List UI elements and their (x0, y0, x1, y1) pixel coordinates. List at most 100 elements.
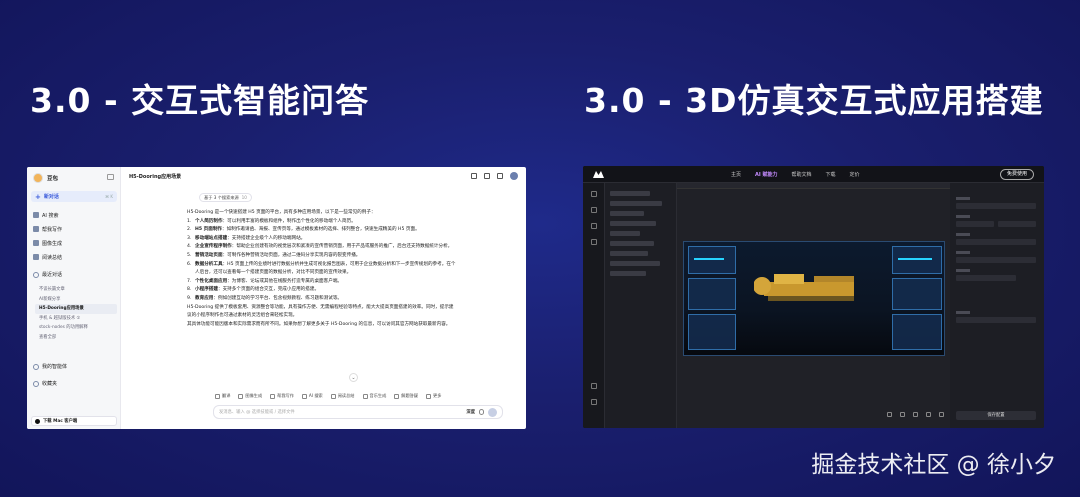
skill-chip[interactable]: 帮我写作 (268, 392, 296, 400)
avatar[interactable] (510, 172, 518, 180)
tree-row[interactable] (610, 271, 646, 276)
new-chat-button[interactable]: + 新对话 ⌘ K (31, 191, 117, 202)
assets-icon[interactable] (591, 223, 597, 229)
tree-row[interactable] (610, 231, 640, 236)
recent-chats-header[interactable]: 最近对话 (33, 271, 62, 278)
tool-rail (583, 183, 605, 428)
free-use-button[interactable]: 免费使用 (999, 169, 1034, 180)
list-desc: ：支持搭建企业级个人的移动端网站。 (227, 235, 306, 241)
sidebar-item-label: 图像生成 (42, 240, 63, 247)
scroll-down-button[interactable]: ⌄ (349, 373, 358, 382)
history-item-active[interactable]: H5-Dooring应用场景 (35, 304, 117, 314)
notification-icon[interactable] (497, 173, 503, 179)
list-text: H5 页面制作：如制作邀请函、海报、宣传页等，通过模板素材的选择、排列整合，快速… (195, 226, 420, 235)
sidebar-item-writing[interactable]: 帮我写作 (33, 222, 117, 236)
skill-chip[interactable]: 翻译 (213, 392, 232, 400)
list-text: 数据分析工具：H5 页面上传的业绩时进行数据分析并生成可视化报告图表，可用于企业… (195, 261, 457, 278)
skill-icon (362, 393, 368, 399)
tree-row[interactable] (610, 241, 654, 246)
copy-icon[interactable] (484, 173, 490, 179)
prop-field[interactable] (956, 239, 1036, 245)
tree-row[interactable] (610, 251, 648, 256)
prop-field[interactable] (956, 257, 1036, 263)
sidebar-item-reading[interactable]: 阅读总结 (33, 250, 117, 264)
answer-outro: H5-Dooring 提供了模板套用、资源整合等功能，具有操作方便、无需编程经验… (187, 304, 454, 319)
fullscreen-icon[interactable] (939, 412, 944, 417)
mic-icon[interactable] (479, 409, 484, 415)
list-title: 个人简历制作 (195, 218, 223, 224)
prop-field[interactable] (956, 203, 1036, 209)
prop-field[interactable] (956, 275, 1016, 281)
skill-chip[interactable]: 图像生成 (236, 392, 264, 400)
list-title: 移动端站点搭建 (195, 235, 228, 241)
brand-name: 豆包 (47, 176, 59, 182)
share-icon[interactable] (471, 173, 477, 179)
prop-field[interactable] (956, 221, 994, 227)
history-item[interactable]: AI新媒分享 (39, 295, 117, 305)
menu-pricing[interactable]: 定价 (850, 171, 860, 178)
sidebar-item-image-gen[interactable]: 图像生成 (33, 236, 117, 250)
menu-ai-label: AI 赋能力 (755, 172, 778, 178)
download-client-button[interactable]: 下载 Mac 客户端 (31, 416, 117, 426)
deep-think-toggle[interactable]: 深度 (466, 409, 475, 415)
prop-label (956, 251, 970, 254)
prop-field[interactable] (956, 317, 1036, 323)
sidebar: 豆包 + 新对话 ⌘ K AI 搜索 帮我写作 图像生成 阅读总结 最近对话 不… (27, 167, 121, 429)
answer-list-item: 1. 个人简历制作：可以利用丰富的模板和组件，制作出个性化的移动端个人简历。 (187, 218, 457, 227)
message-input[interactable]: 发消息、输入 @ 选择技能或 / 选择文件 深度 (213, 405, 503, 419)
zoom-out-icon[interactable] (926, 412, 931, 417)
favorites-item[interactable]: 收藏夹 (33, 380, 57, 387)
dashboard-panel (688, 278, 736, 310)
redo-icon[interactable] (900, 412, 905, 417)
brand: 豆包 (33, 173, 58, 183)
prop-label (956, 311, 970, 314)
settings-icon[interactable] (591, 383, 597, 389)
skill-chip[interactable]: 阅读总结 (329, 392, 357, 400)
list-title: 营销活动页面 (195, 252, 223, 258)
skill-chip[interactable]: AI 搜索 (300, 392, 325, 400)
3d-scene-dashboard[interactable] (683, 241, 945, 356)
menu-ai[interactable]: AI 赋能力 (755, 171, 777, 178)
prop-field[interactable] (998, 221, 1036, 227)
collapse-sidebar-icon[interactable] (107, 174, 114, 180)
dashboard-panel (892, 246, 942, 274)
skill-chip[interactable]: 解题答疑 (392, 392, 420, 400)
search-sources-chip[interactable]: 基于 3 个搜索来源 10 (199, 193, 252, 202)
send-button[interactable] (488, 407, 497, 417)
help-icon[interactable] (591, 399, 597, 405)
list-text: 小程序搭建：支持多个页面的组合交互，完成小应用的搭建。 (195, 286, 319, 295)
view-all-link[interactable]: 查看全部 (39, 333, 117, 343)
components-icon[interactable] (591, 207, 597, 213)
list-number: 4. (187, 244, 192, 250)
history-item[interactable]: 手机 & 越狱版技术 ① (39, 314, 117, 324)
layers-icon[interactable] (591, 191, 597, 197)
skill-chip[interactable]: 更多 (424, 392, 443, 400)
sidebar-item-ai-search[interactable]: AI 搜索 (33, 208, 117, 222)
skill-chip[interactable]: 音乐生成 (361, 392, 389, 400)
tree-row[interactable] (610, 221, 656, 226)
menu-download[interactable]: 下载 (826, 171, 836, 178)
list-desc: ：为博客、论坛或其他在线服务打造专属的桌面客户端。 (227, 278, 343, 284)
history-item[interactable]: 不谈长篇文章 (39, 285, 117, 295)
model-icon[interactable] (591, 239, 597, 245)
zoom-in-icon[interactable] (913, 412, 918, 417)
apple-icon (35, 418, 40, 424)
editor-3d-screenshot: 主页 AI 赋能力 帮助文档 下载 定价 免费使用 保存配置 (583, 166, 1044, 428)
undo-icon[interactable] (887, 412, 892, 417)
skill-icon (426, 393, 432, 399)
save-config-button[interactable]: 保存配置 (956, 411, 1036, 420)
tree-row[interactable] (610, 211, 644, 216)
history-item[interactable]: stock-nodes 的功用解释 (39, 323, 117, 333)
list-text: 营销活动页面：可制作各种营销活动页面，通过二维码分享实现内容的裂变传播。 (195, 252, 360, 261)
bookmark-icon (33, 380, 39, 387)
menu-home[interactable]: 主页 (731, 171, 741, 178)
prop-label (956, 269, 970, 272)
tree-row[interactable] (610, 191, 650, 196)
menu-docs[interactable]: 帮助文档 (792, 171, 812, 178)
answer-list-item: 9. 教育应用：例如创建互动的学习平台、包含视频教程、练习题和测试等。 (187, 295, 457, 304)
my-agents-item[interactable]: 我的智能体 (33, 363, 67, 370)
editor-canvas[interactable] (677, 183, 950, 428)
tree-row[interactable] (610, 261, 660, 266)
answer-list-item: 4. 企业宣传程序制作：帮助企业创建有效的视觉层次和紧凑的宣传营销页面，用于产品或… (187, 243, 457, 252)
tree-row[interactable] (610, 201, 662, 206)
